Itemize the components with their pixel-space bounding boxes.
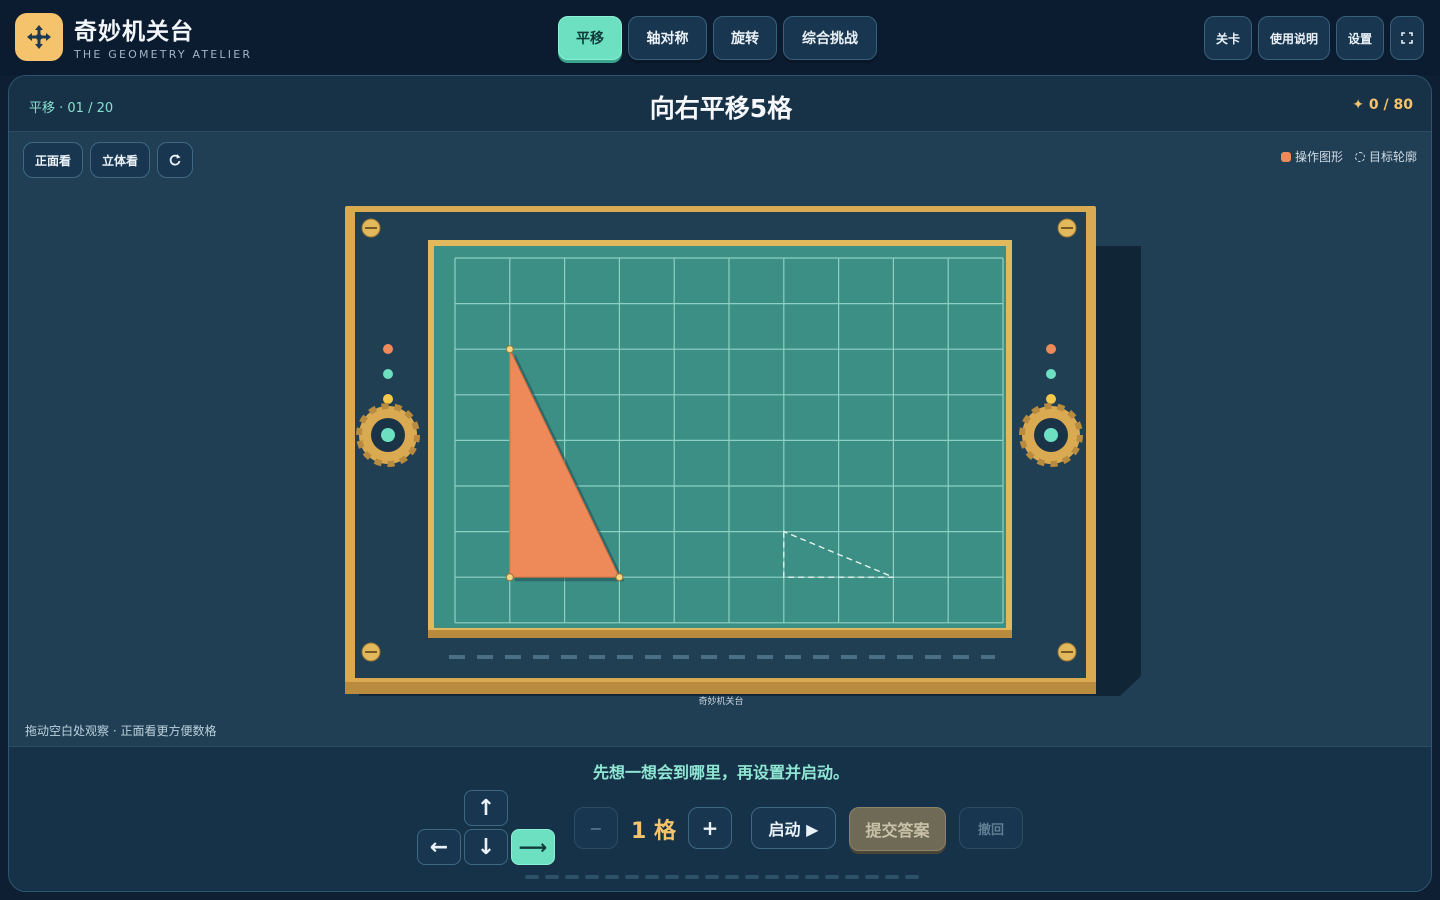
pager-dot (705, 875, 719, 879)
pager-dot (645, 875, 659, 879)
level-pager (525, 875, 919, 879)
pager-dot (745, 875, 759, 879)
view-hint: 拖动空白处观察 · 正面看更方便数格 (25, 724, 217, 738)
pager-dot (625, 875, 639, 879)
indicator-light (383, 369, 393, 379)
score-counter: ✦ 0 / 80 (1352, 97, 1413, 113)
gear-icon (1019, 403, 1083, 467)
app-title: 奇妙机关台 (74, 19, 194, 45)
indicator-light (1046, 394, 1056, 404)
pager-dot (845, 875, 859, 879)
target-swatch (1354, 151, 1365, 162)
vertex-pin (615, 573, 624, 582)
indicator-light (1046, 369, 1056, 379)
task-title: 向右平移5格 (649, 94, 793, 123)
pager-dot (825, 875, 839, 879)
pager-dot (805, 875, 819, 879)
vertex-pin (505, 573, 514, 582)
legend: 操作图形 目标轮廓 (1280, 148, 1417, 165)
move-down-button[interactable]: ↓ (464, 829, 508, 865)
fullscreen-button[interactable] (1390, 16, 1424, 60)
pager-dot (785, 875, 799, 879)
tab-challenge[interactable]: 综合挑战 (783, 16, 877, 60)
app-subtitle: THE GEOMETRY ATELIER (74, 48, 253, 61)
machine-stage[interactable]: 正面看 立体看 操作图形 目标轮廓 奇妙机关台 拖动空白处观察 · 正面看更方便… (9, 132, 1431, 746)
operate-swatch (1280, 151, 1291, 162)
panel-header: 平移 · 01 / 20 向右平移5格 ✦ 0 / 80 (9, 76, 1431, 132)
legend-target-label: 目标轮廓 (1368, 150, 1417, 164)
pager-dot (685, 875, 699, 879)
levels-button[interactable]: 关卡 (1204, 16, 1252, 60)
tab-translate[interactable]: 平移 (558, 16, 622, 60)
front-view-button[interactable]: 正面看 (23, 142, 83, 178)
pager-dot (885, 875, 899, 879)
decrease-steps-button[interactable]: − (574, 807, 618, 849)
machine-nameplate: 奇妙机关台 (698, 697, 744, 707)
pager-dot (525, 875, 539, 879)
fullscreen-icon (1401, 32, 1413, 44)
undo-button[interactable]: 撤回 (959, 807, 1023, 849)
move-arrows-icon (27, 25, 51, 49)
move-left-button[interactable]: ← (417, 829, 461, 865)
indicator-light (1046, 344, 1056, 354)
arrow-right-icon: ⟶ (518, 835, 548, 859)
move-right-button[interactable]: ⟶ (511, 829, 555, 865)
start-button[interactable]: 启动 ▶ (751, 807, 836, 849)
vertex-pin (505, 345, 514, 354)
pager-dot (585, 875, 599, 879)
pager-dot (665, 875, 679, 879)
move-up-button[interactable]: ↑ (464, 790, 508, 826)
legend-operate-label: 操作图形 (1294, 150, 1343, 164)
pager-dot (905, 875, 919, 879)
machine-board[interactable] (345, 206, 1145, 726)
rotate-reset-icon (169, 154, 181, 166)
instruction-message: 先想一想会到哪里，再设置并启动。 (592, 763, 849, 782)
tab-reflection[interactable]: 轴对称 (628, 16, 707, 60)
arrow-down-icon: ↓ (476, 834, 496, 860)
steps-value: 1 格 (631, 819, 676, 844)
indicator-light (383, 344, 393, 354)
indicator-light (383, 394, 393, 404)
legend-operate: 操作图形 (1280, 148, 1343, 165)
arrow-left-icon: ← (429, 834, 449, 860)
help-button[interactable]: 使用说明 (1258, 16, 1330, 60)
3d-view-button[interactable]: 立体看 (90, 142, 150, 178)
control-panel: 先想一想会到哪里，再设置并启动。 ↑ ← ↓ ⟶ − 1 格 + 启动 ▶ 提交… (9, 746, 1431, 891)
pager-dot (545, 875, 559, 879)
app-logo (15, 13, 63, 61)
pager-dot (865, 875, 879, 879)
gear-icon (356, 403, 420, 467)
pager-dot (765, 875, 779, 879)
legend-target: 目标轮廓 (1354, 148, 1417, 165)
pager-dot (605, 875, 619, 879)
tab-rotation[interactable]: 旋转 (713, 16, 777, 60)
main-panel: 平移 · 01 / 20 向右平移5格 ✦ 0 / 80 正面看 立体看 操作图… (8, 75, 1432, 892)
settings-button[interactable]: 设置 (1336, 16, 1384, 60)
arrow-up-icon: ↑ (476, 795, 496, 821)
submit-answer-button[interactable]: 提交答案 (849, 807, 946, 851)
pager-dot (565, 875, 579, 879)
reset-view-button[interactable] (157, 142, 193, 178)
top-bar: 奇妙机关台 THE GEOMETRY ATELIER 平移 轴对称 旋转 综合挑… (0, 0, 1440, 76)
increase-steps-button[interactable]: + (688, 807, 732, 849)
pager-dot (725, 875, 739, 879)
